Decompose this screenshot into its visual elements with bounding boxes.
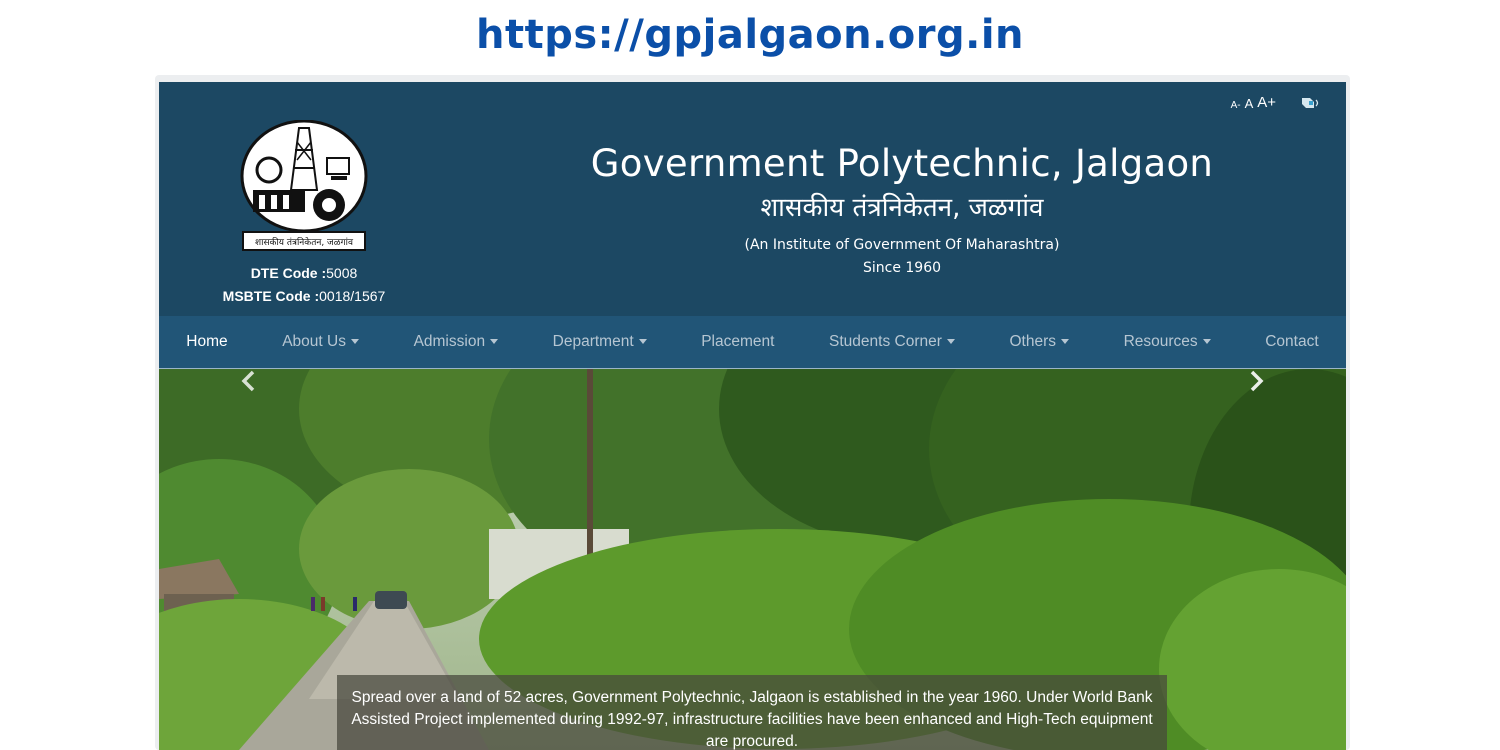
college-logo: शासकीय तंत्रनिकेतन, जळगांव — [240, 120, 368, 251]
nav-department[interactable]: Department — [553, 333, 647, 351]
nav-admission[interactable]: Admission — [414, 333, 499, 351]
nav-students-corner[interactable]: Students Corner — [829, 333, 955, 351]
msbte-value: 0018/1567 — [319, 288, 386, 304]
dte-value: 5008 — [326, 265, 358, 281]
website: A- A A+ शासकीय तंत्रनिकेतन, जळगांव DTE C… — [159, 82, 1346, 750]
title-block: Government Polytechnic, Jalgaon शासकीय त… — [559, 140, 1245, 280]
site-title-english: Government Polytechnic, Jalgaon — [590, 142, 1214, 185]
font-decrease-button[interactable]: A- — [1231, 100, 1241, 111]
chevron-right-icon[interactable] — [1246, 369, 1266, 393]
logo-caption: शासकीय तंत्रनिकेतन, जळगांव — [255, 236, 354, 248]
carousel-caption: Spread over a land of 52 acres, Governme… — [337, 675, 1167, 750]
dte-code: DTE Code :5008 — [159, 262, 449, 285]
chevron-down-icon — [490, 338, 499, 344]
main-navbar: Home About Us Admission Department Place… — [159, 316, 1346, 369]
nav-contact[interactable]: Contact — [1265, 333, 1318, 351]
institute-codes: DTE Code :5008 MSBTE Code :0018/1567 — [159, 262, 449, 308]
msbte-label: MSBTE Code : — [222, 288, 320, 304]
url-banner: https://gpjalgaon.org.in — [475, 12, 1025, 58]
site-title-marathi: शासकीय तंत्रनिकेतन, जळगांव — [760, 193, 1044, 223]
nav-placement[interactable]: Placement — [701, 333, 774, 351]
nav-about-us[interactable]: About Us — [282, 333, 359, 351]
chevron-down-icon — [1202, 338, 1211, 344]
chevron-down-icon — [638, 338, 647, 344]
nav-home[interactable]: Home — [186, 333, 227, 351]
site-since: Since 1960 — [862, 260, 942, 276]
chevron-left-icon[interactable] — [239, 369, 259, 393]
font-size-controls: A- A A+ — [1231, 94, 1276, 111]
site-header: A- A A+ शासकीय तंत्रनिकेतन, जळगांव DTE C… — [159, 82, 1346, 316]
dte-label: DTE Code : — [250, 265, 327, 281]
msbte-code: MSBTE Code :0018/1567 — [159, 285, 449, 308]
speaker-icon[interactable] — [1300, 96, 1322, 110]
chevron-down-icon — [1060, 338, 1069, 344]
nav-others[interactable]: Others — [1009, 333, 1069, 351]
font-increase-button[interactable]: A+ — [1257, 94, 1276, 111]
hero-carousel: Spread over a land of 52 acres, Governme… — [159, 369, 1346, 750]
chevron-down-icon — [946, 338, 955, 344]
chevron-down-icon — [350, 338, 359, 344]
font-normal-button[interactable]: A — [1245, 96, 1254, 111]
site-subtitle: (An Institute of Government Of Maharasht… — [744, 237, 1060, 253]
nav-resources[interactable]: Resources — [1124, 333, 1211, 351]
